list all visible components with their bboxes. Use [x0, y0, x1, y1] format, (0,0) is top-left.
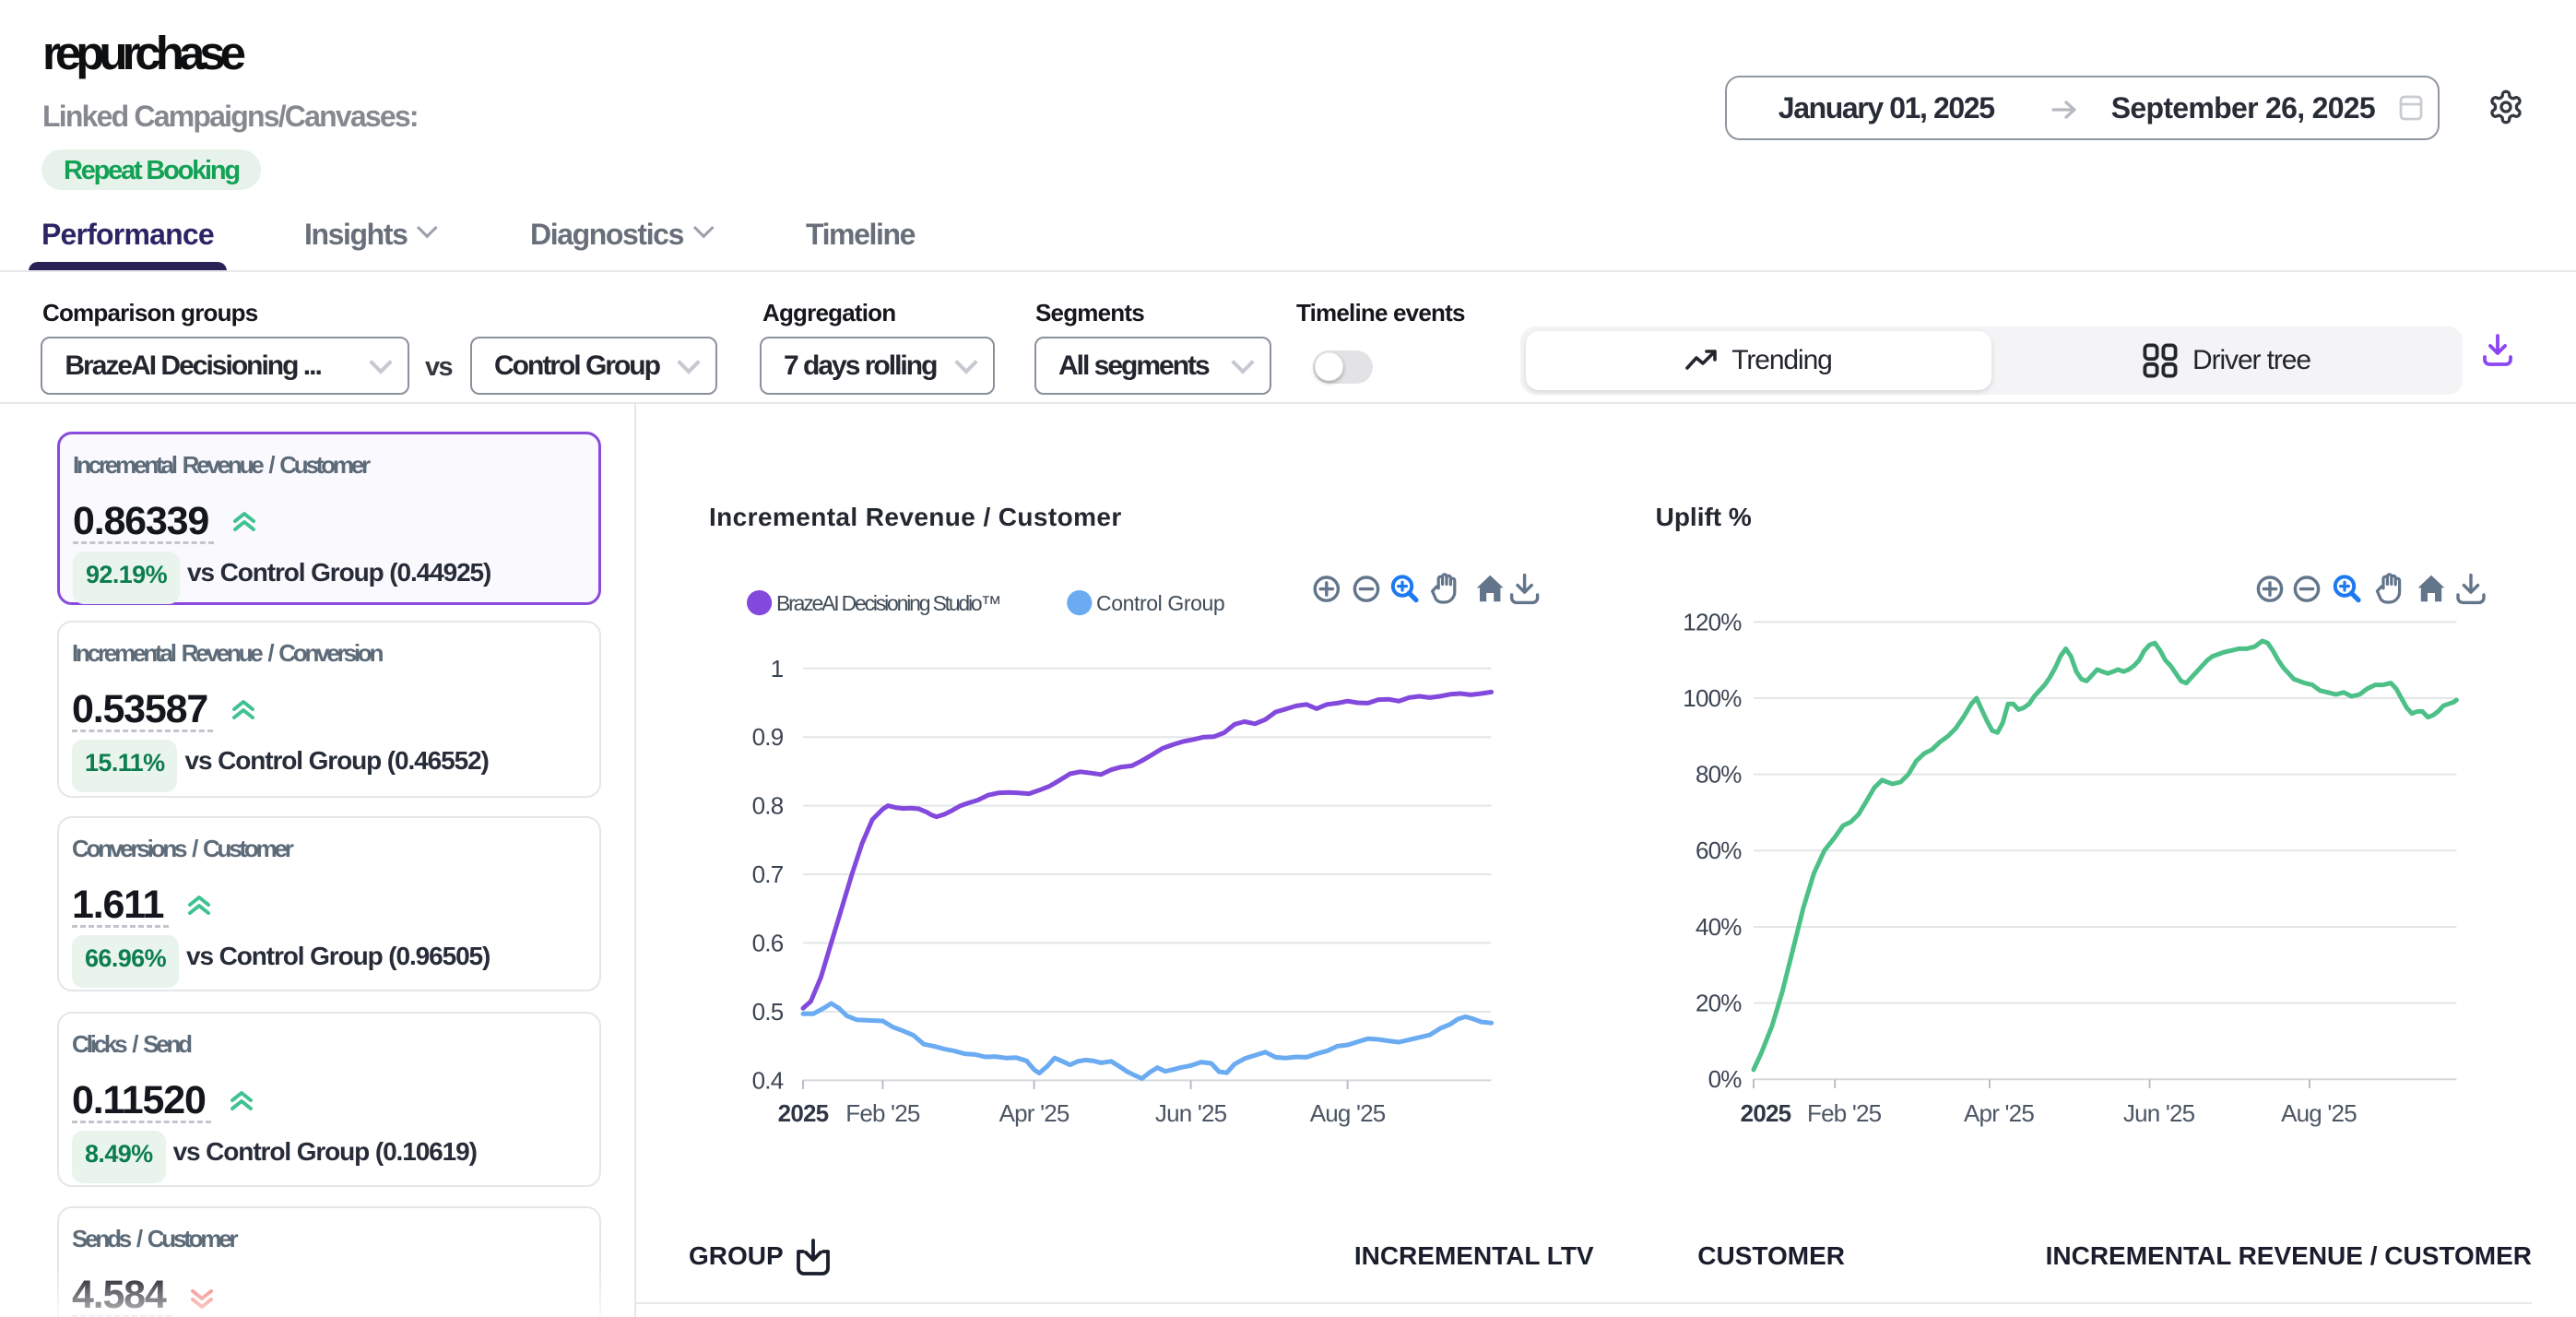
- svg-text:0.7: 0.7: [752, 860, 784, 888]
- svg-text:Jun '25: Jun '25: [1155, 1099, 1227, 1127]
- svg-text:BrazeAI Decisioning Studio™: BrazeAI Decisioning Studio™: [776, 591, 1000, 615]
- svg-text:Control Group: Control Group: [1096, 591, 1224, 615]
- svg-text:0.9: 0.9: [752, 723, 784, 751]
- svg-text:Aug '25: Aug '25: [2281, 1099, 2357, 1127]
- svg-text:0.8: 0.8: [752, 792, 784, 820]
- svg-text:Apr '25: Apr '25: [1964, 1099, 2034, 1127]
- svg-text:1: 1: [771, 655, 784, 682]
- svg-text:0%: 0%: [1708, 1065, 1743, 1093]
- svg-text:2025: 2025: [778, 1099, 829, 1127]
- svg-text:2025: 2025: [1741, 1099, 1791, 1127]
- svg-text:Feb '25: Feb '25: [1807, 1099, 1882, 1127]
- svg-text:20%: 20%: [1696, 990, 1742, 1017]
- svg-text:80%: 80%: [1696, 761, 1742, 789]
- svg-text:Aug '25: Aug '25: [1310, 1099, 1386, 1127]
- svg-text:0.5: 0.5: [752, 998, 784, 1026]
- svg-text:0.6: 0.6: [752, 929, 784, 956]
- svg-text:Jun '25: Jun '25: [2123, 1099, 2195, 1127]
- svg-text:0.4: 0.4: [752, 1066, 784, 1094]
- svg-text:120%: 120%: [1683, 608, 1742, 635]
- svg-text:Uplift %: Uplift %: [1656, 503, 1752, 531]
- svg-text:Incremental Revenue / Customer: Incremental Revenue / Customer: [709, 503, 1122, 531]
- svg-text:Apr '25: Apr '25: [999, 1099, 1069, 1127]
- svg-text:60%: 60%: [1696, 836, 1742, 864]
- svg-text:Feb '25: Feb '25: [845, 1099, 920, 1127]
- svg-text:100%: 100%: [1683, 684, 1742, 712]
- svg-text:40%: 40%: [1696, 913, 1742, 941]
